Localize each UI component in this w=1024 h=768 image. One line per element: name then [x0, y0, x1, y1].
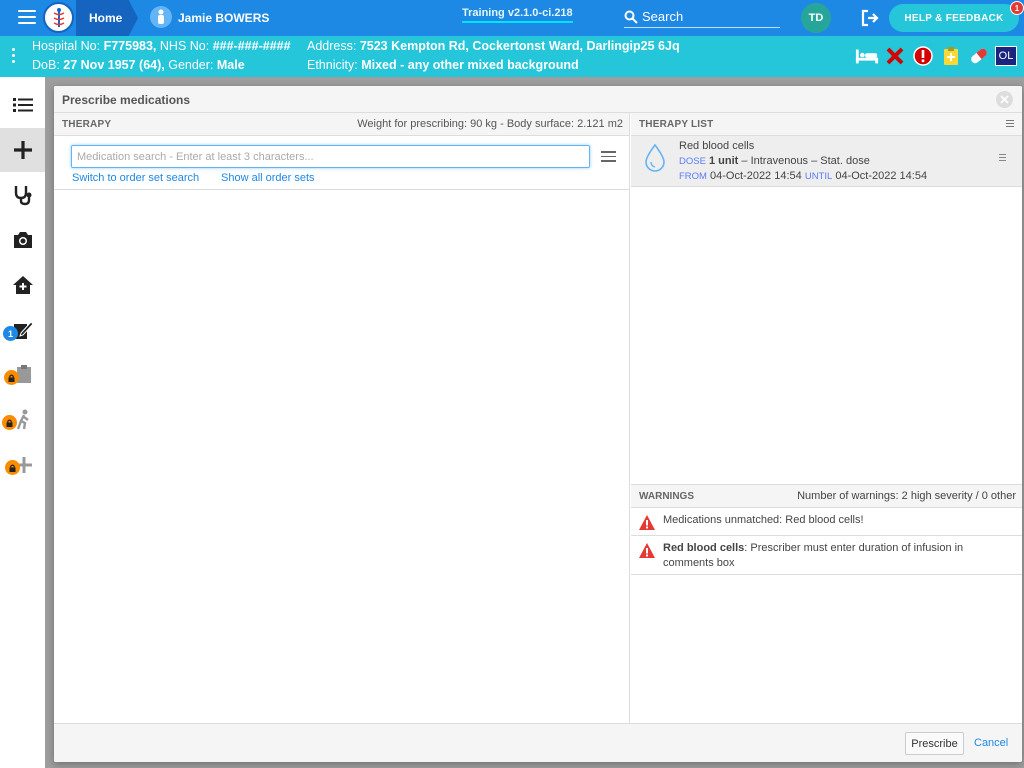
switch-order-set-link[interactable]: Switch to order set search	[72, 172, 199, 184]
therapy-list-item[interactable]: Red blood cells DOSE 1 unit – Intravenou…	[631, 136, 1022, 187]
plus-icon	[13, 141, 32, 159]
nav-camera[interactable]	[0, 218, 45, 262]
top-bar: Home Jamie BOWERS Training v2.1.0-ci.218…	[0, 0, 1024, 36]
warnings-header: WARNINGS Number of warnings: 2 high seve…	[631, 484, 1022, 508]
cancel-button[interactable]: Cancel	[974, 737, 1008, 749]
warning-triangle-icon	[639, 515, 655, 530]
medication-search-area: Switch to order set search Show all orde…	[54, 136, 630, 190]
search-options-menu-icon[interactable]	[601, 151, 616, 163]
therapy-list-menu-icon[interactable]	[1006, 120, 1014, 129]
warnings-summary: Number of warnings: 2 high severity / 0 …	[797, 490, 1016, 502]
ol-badge[interactable]: OL	[995, 46, 1017, 66]
dialog-footer: Prescribe Cancel	[54, 723, 1022, 762]
logout-icon[interactable]	[860, 8, 880, 28]
search-icon	[624, 10, 638, 24]
weight-info: Weight for prescribing: 90 kg - Body sur…	[357, 118, 623, 130]
house-icon	[12, 276, 33, 294]
warnings-header-label: WARNINGS	[639, 491, 694, 502]
dialog-title: Prescribe medications	[62, 93, 191, 107]
warning-text: Red blood cells: Prescriber must enter d…	[663, 542, 964, 569]
nav-add[interactable]	[0, 128, 45, 172]
therapy-pane: THERAPY Weight for prescribing: 90 kg - …	[54, 113, 630, 723]
therapy-item-dates: FROM 04-Oct-2022 14:54 UNTIL 04-Oct-2022…	[679, 170, 928, 182]
search-label: Search	[642, 9, 684, 24]
list-icon	[12, 98, 33, 112]
medication-search-input[interactable]	[71, 145, 590, 168]
lock-icon	[4, 370, 19, 385]
training-version-label: Training v2.1.0-ci.218	[462, 7, 573, 23]
person-icon	[150, 6, 172, 28]
hamburger-menu-icon[interactable]	[18, 10, 36, 26]
dialog-header: Prescribe medications	[54, 86, 1022, 113]
patient-name[interactable]: Jamie BOWERS	[178, 11, 269, 25]
global-search[interactable]: Search	[624, 6, 780, 28]
nav-clinical[interactable]	[0, 173, 45, 217]
nav-home-care[interactable]	[0, 263, 45, 307]
close-icon[interactable]	[996, 91, 1013, 108]
show-all-order-sets-link[interactable]: Show all order sets	[221, 172, 315, 184]
warning-triangle-icon	[639, 543, 655, 558]
therapy-item-menu-icon[interactable]	[999, 154, 1006, 163]
side-nav: 1	[0, 77, 45, 768]
patient-banner: Hospital No: F775983, NHS No: ###-###-##…	[0, 36, 1024, 77]
red-x-icon[interactable]	[883, 44, 907, 68]
nav-locked-3[interactable]	[0, 443, 45, 487]
lock-icon	[5, 460, 20, 475]
nav-locked-1[interactable]	[0, 353, 45, 397]
prescribe-medications-dialog: Prescribe medications THERAPY Weight for…	[54, 86, 1022, 762]
stethoscope-icon	[14, 186, 31, 206]
bed-icon[interactable]	[855, 44, 879, 68]
camera-icon	[13, 232, 32, 248]
nav-tasks[interactable]: 1	[0, 308, 45, 352]
app-logo-icon	[43, 2, 74, 33]
therapy-item-name: Red blood cells	[679, 140, 755, 152]
clipboard-icon[interactable]	[939, 44, 963, 68]
therapy-list-pane: THERAPY LIST Red blood cells DOSE 1 unit…	[631, 113, 1022, 723]
warning-text: Medications unmatched: Red blood cells!	[663, 514, 864, 526]
banner-alert-icons: OL	[855, 44, 1017, 68]
banner-address: Address: 7523 Kempton Rd, Cockertonst Wa…	[307, 39, 680, 53]
lock-icon	[2, 415, 17, 430]
warning-item: Medications unmatched: Red blood cells!	[631, 508, 1022, 536]
banner-more-icon[interactable]	[12, 48, 16, 66]
therapy-item-dose: DOSE 1 unit – Intravenous – Stat. dose	[679, 155, 870, 167]
pill-icon[interactable]	[967, 44, 991, 68]
user-avatar[interactable]: TD	[801, 3, 831, 33]
help-feedback-button[interactable]: HELP & FEEDBACK	[889, 4, 1019, 32]
alert-exclamation-icon[interactable]	[911, 44, 935, 68]
prescribe-button[interactable]: Prescribe	[905, 732, 964, 755]
therapy-list-header: THERAPY LIST	[631, 113, 1022, 136]
banner-dob: DoB: 27 Nov 1957 (64), Gender: Male	[32, 58, 245, 72]
therapy-list-header-label: THERAPY LIST	[639, 119, 714, 130]
therapy-header: THERAPY Weight for prescribing: 90 kg - …	[54, 113, 629, 136]
tasks-count-badge: 1	[3, 326, 18, 341]
help-notification-badge: 1	[1010, 1, 1024, 15]
nav-list[interactable]	[0, 83, 45, 127]
therapy-header-label: THERAPY	[62, 119, 112, 130]
home-label[interactable]: Home	[89, 11, 122, 25]
nav-locked-2[interactable]	[0, 398, 45, 442]
warning-item: Red blood cells: Prescriber must enter d…	[631, 536, 1022, 575]
blood-drop-icon	[645, 143, 665, 172]
banner-ethnicity: Ethnicity: Mixed - any other mixed backg…	[307, 58, 579, 72]
banner-ids: Hospital No: F775983, NHS No: ###-###-##…	[32, 39, 291, 53]
